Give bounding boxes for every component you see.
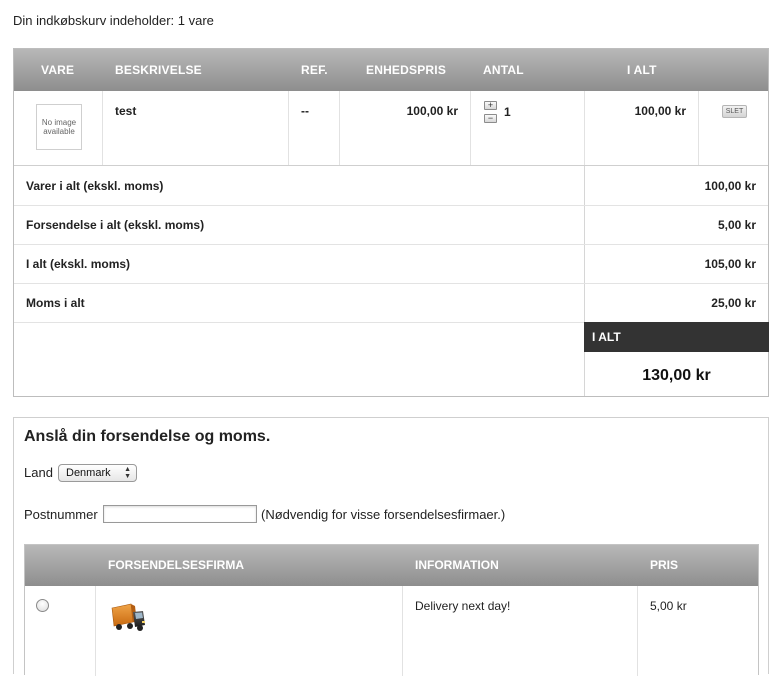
- col-header-item: VARE: [41, 63, 75, 77]
- item-total: 100,00 kr: [634, 104, 686, 118]
- quantity-decrement-button[interactable]: −: [484, 114, 497, 123]
- col-header-unit-price: ENHEDSPRIS: [366, 63, 447, 77]
- quantity-increment-button[interactable]: +: [484, 101, 497, 110]
- divider: [14, 244, 768, 245]
- delete-item-button[interactable]: SLET: [722, 105, 747, 118]
- col-header-total: I ALT: [627, 63, 657, 77]
- items-total-label: Varer i alt (ekskl. moms): [26, 179, 164, 193]
- item-ref: --: [301, 104, 309, 118]
- col-header-information: INFORMATION: [415, 558, 499, 572]
- divider: [402, 586, 403, 676]
- divider: [14, 322, 584, 323]
- item-unit-price: 100,00 kr: [406, 104, 458, 118]
- shipping-total-label: Forsendelse i alt (ekskl. moms): [26, 218, 205, 232]
- divider: [288, 91, 289, 165]
- subtotal-value: 105,00 kr: [704, 257, 756, 271]
- divider: [102, 91, 103, 165]
- divider: [14, 165, 768, 166]
- postcode-label: Postnummer: [24, 507, 98, 522]
- subtotal-label: I alt (ekskl. moms): [26, 257, 131, 271]
- item-description: test: [115, 104, 137, 118]
- postcode-input[interactable]: [103, 505, 257, 523]
- col-header-ref: REF.: [301, 63, 328, 77]
- country-select[interactable]: Denmark ▲ ▼: [58, 464, 137, 482]
- col-header-carrier: FORSENDELSESFIRMA: [108, 558, 245, 572]
- col-header-description: BESKRIVELSE: [115, 63, 202, 77]
- shipping-option-radio[interactable]: [36, 599, 49, 612]
- divider: [339, 91, 340, 165]
- divider: [95, 586, 96, 676]
- shipping-options-table: FORSENDELSESFIRMA INFORMATION PRIS Deliv…: [24, 544, 759, 676]
- divider: [14, 283, 768, 284]
- col-header-price: PRIS: [650, 558, 679, 572]
- country-label: Land: [24, 465, 53, 480]
- grand-total-value: 130,00 kr: [642, 367, 711, 384]
- item-quantity: 1: [504, 105, 511, 119]
- shipping-estimate-panel: Anslå din forsendelse og moms. Land Denm…: [13, 417, 769, 676]
- cart-table: VARE BESKRIVELSE REF. ENHEDSPRIS ANTAL I…: [13, 48, 769, 397]
- shipping-table-header: FORSENDELSESFIRMA INFORMATION PRIS: [25, 545, 758, 586]
- truck-icon: [111, 603, 145, 631]
- select-arrows-icon: ▲ ▼: [124, 466, 131, 480]
- shipping-option-info: Delivery next day!: [415, 599, 511, 613]
- divider: [470, 91, 471, 165]
- cart-item-count: Din indkøbskurv indeholder: 1 vare: [13, 13, 214, 28]
- divider: [14, 205, 768, 206]
- divider: [698, 91, 699, 165]
- country-selected-value: Denmark: [66, 467, 111, 479]
- estimate-title: Anslå din forsendelse og moms.: [24, 428, 271, 445]
- col-header-quantity: ANTAL: [483, 63, 524, 77]
- vat-total-value: 25,00 kr: [711, 296, 756, 310]
- grand-total-label: I ALT: [584, 322, 769, 352]
- items-total-value: 100,00 kr: [704, 179, 756, 193]
- divider: [584, 166, 585, 396]
- divider: [584, 91, 585, 165]
- shipping-option-price: 5,00 kr: [650, 599, 687, 613]
- product-image-placeholder: No image available: [36, 104, 82, 150]
- shipping-total-value: 5,00 kr: [717, 218, 756, 232]
- cart-table-header: VARE BESKRIVELSE REF. ENHEDSPRIS ANTAL I…: [14, 49, 768, 91]
- vat-total-label: Moms i alt: [26, 296, 85, 310]
- divider: [637, 586, 638, 676]
- postcode-note: (Nødvendig for visse forsendelsesfirmaer…: [261, 507, 506, 522]
